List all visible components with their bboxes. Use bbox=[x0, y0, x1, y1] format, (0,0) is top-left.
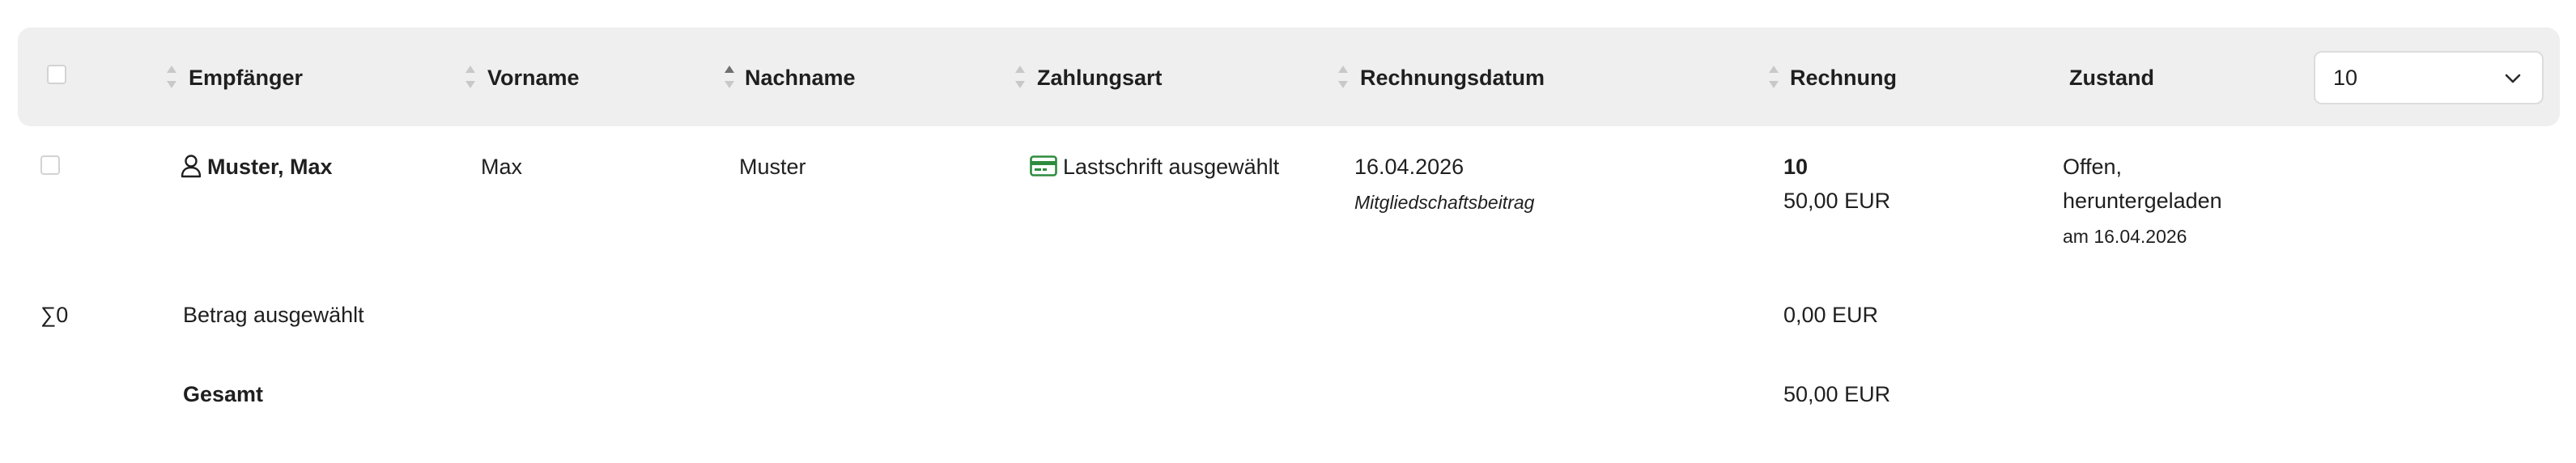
invoice-number-link[interactable]: 10 bbox=[1783, 153, 1808, 181]
payment-method-value: Lastschrift ausgewählt bbox=[1063, 155, 1280, 179]
sort-icon[interactable] bbox=[1337, 63, 1350, 91]
sort-icon[interactable] bbox=[1767, 63, 1780, 91]
status-date: am 16.04.2026 bbox=[2063, 226, 2187, 247]
table-header bbox=[18, 28, 2560, 126]
column-header-last-name[interactable]: Nachname bbox=[745, 64, 856, 91]
total-label: Gesamt bbox=[183, 382, 264, 406]
selected-amount-value: 0,00 EUR bbox=[1783, 303, 1879, 327]
selected-amount-label: Betrag ausgewählt bbox=[183, 303, 364, 327]
credit-card-icon bbox=[1030, 155, 1057, 181]
first-name-value: Max bbox=[481, 155, 523, 179]
sort-icon[interactable] bbox=[1014, 63, 1027, 91]
column-header-status: Zustand bbox=[2069, 65, 2154, 90]
row-checkbox[interactable] bbox=[40, 155, 60, 175]
total-amount-value: 50,00 EUR bbox=[1783, 382, 1891, 406]
last-name-value: Muster bbox=[739, 155, 806, 179]
selected-count: ∑0 bbox=[40, 303, 69, 327]
sort-icon[interactable] bbox=[165, 63, 178, 91]
sort-ascending-icon[interactable] bbox=[723, 63, 736, 91]
chevron-down-icon bbox=[2503, 69, 2523, 94]
invoice-subject: Mitgliedschaftsbeitrag bbox=[1354, 192, 1535, 213]
page-size-select[interactable]: 10 bbox=[2314, 51, 2544, 104]
column-header-invoice-date[interactable]: Rechnungsdatum bbox=[1360, 64, 1545, 91]
invoice-date-value: 16.04.2026 bbox=[1354, 155, 1464, 179]
sort-icon[interactable] bbox=[464, 63, 477, 91]
status-value-line2: heruntergeladen bbox=[2063, 189, 2222, 213]
page-size-value: 10 bbox=[2333, 65, 2358, 90]
column-header-invoice[interactable]: Rechnung bbox=[1790, 64, 1897, 91]
column-header-recipient[interactable]: Empfänger bbox=[189, 64, 303, 91]
status-value: Offen, bbox=[2063, 155, 2123, 179]
select-all-checkbox[interactable] bbox=[47, 65, 66, 84]
column-header-first-name[interactable]: Vorname bbox=[487, 64, 580, 91]
column-header-payment-method[interactable]: Zahlungsart bbox=[1037, 64, 1163, 91]
invoice-amount: 50,00 EUR bbox=[1783, 189, 1891, 213]
recipient-link[interactable]: Muster, Max bbox=[207, 153, 333, 181]
person-icon bbox=[180, 154, 202, 182]
